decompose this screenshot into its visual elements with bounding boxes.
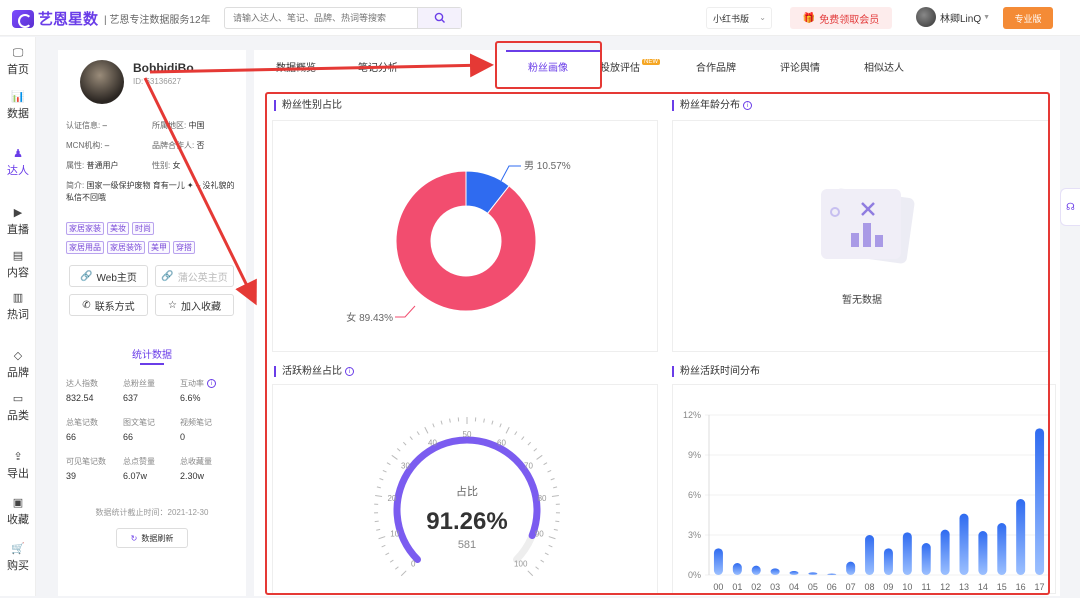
customer-service-button[interactable]: ☊ [1060, 188, 1080, 226]
arrow-to-content [145, 78, 254, 300]
headset-icon: ☊ [1066, 202, 1075, 213]
annotation-arrows [0, 0, 1080, 596]
arrow-to-tab [150, 65, 488, 72]
